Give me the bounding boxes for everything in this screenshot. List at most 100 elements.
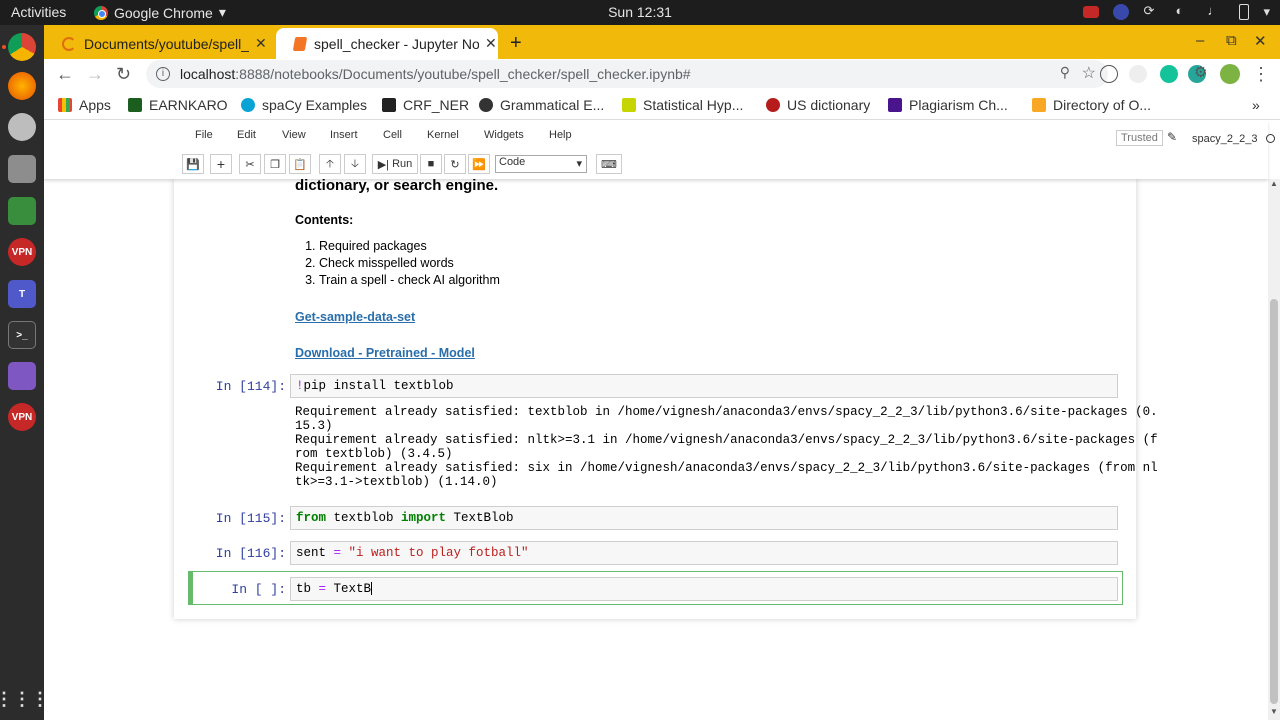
code-input[interactable]: sent = "i want to play fotball" [290, 541, 1118, 565]
dev-tools-extension-icon[interactable] [1129, 65, 1147, 83]
address-bar[interactable]: i localhost:8888/notebooks/Documents/you… [146, 60, 1108, 88]
menu-widgets[interactable]: Widgets [484, 129, 524, 141]
zoom-icon[interactable]: ⚲ [1060, 64, 1070, 81]
back-icon[interactable]: ← [56, 64, 74, 85]
new-tab-button[interactable]: + [510, 32, 522, 55]
close-icon[interactable]: ✕ [485, 35, 497, 52]
interrupt-icon[interactable]: ■ [420, 154, 442, 174]
pretrained-model-link[interactable]: Download - Pretrained - Model [295, 346, 475, 360]
menu-edit[interactable]: Edit [237, 129, 256, 141]
edit-pencil-icon[interactable]: ✎ [1167, 130, 1177, 144]
grammarly-icon[interactable] [1160, 65, 1178, 83]
trusted-badge[interactable]: Trusted [1116, 130, 1163, 146]
bookmark-label: Directory of O... [1053, 97, 1152, 113]
activities-button[interactable]: Activities [11, 4, 66, 20]
bookmark-star-icon[interactable]: ☆ [1082, 63, 1096, 83]
sample-data-link[interactable]: Get-sample-data-set [295, 310, 415, 324]
navigation-bar: ← → ↻ i localhost:8888/notebooks/Documen… [44, 59, 1280, 90]
menu-file[interactable]: File [195, 129, 213, 141]
tab-label: spell_checker - Jupyter Notebook [314, 35, 479, 52]
menu-kernel[interactable]: Kernel [427, 129, 459, 141]
reload-icon[interactable]: ↻ [116, 64, 131, 85]
code-token: "i want to play fotball" [341, 546, 529, 560]
bookmarks-bar: Apps EARNKARO spaCy Examples CRF_NER Gra… [44, 90, 1280, 120]
profile-avatar[interactable] [1220, 64, 1240, 84]
app-menu[interactable]: Google Chrome ▾ [94, 4, 226, 21]
bookmark-us-dictionary[interactable]: US dictionary [766, 97, 870, 113]
more-bookmarks-icon[interactable]: » [1252, 97, 1260, 113]
command-palette-icon[interactable]: ⌨ [596, 154, 622, 174]
menu-cell[interactable]: Cell [383, 129, 402, 141]
paste-icon[interactable]: 📋 [289, 154, 311, 174]
move-up-icon[interactable]: 🡡 [319, 154, 341, 174]
code-input[interactable]: from textblob import TextBlob [290, 506, 1118, 530]
notebook-container: dictionary, or search engine. Contents: … [174, 177, 1158, 619]
bookmark-earnkaro[interactable]: EARNKARO [128, 97, 228, 113]
scroll-down-icon[interactable]: ▼ [1270, 707, 1278, 716]
chevron-down-icon[interactable]: ▾ [1263, 4, 1270, 20]
show-apps-icon[interactable]: ⋮⋮⋮ [0, 685, 49, 713]
scroll-up-icon[interactable]: ▲ [1270, 179, 1278, 188]
bookmark-spacy[interactable]: spaCy Examples [241, 97, 367, 113]
code-token: ! [296, 379, 304, 393]
menu-help[interactable]: Help [549, 129, 572, 141]
scroll-thumb[interactable] [1270, 299, 1278, 704]
battery-icon[interactable] [1239, 4, 1250, 20]
code-token: = [318, 582, 327, 596]
bookmark-apps[interactable]: Apps [58, 97, 111, 113]
code-input[interactable]: !pip install textblob [290, 374, 1118, 398]
copy-icon[interactable]: ❐ [264, 154, 286, 174]
menu-view[interactable]: View [282, 129, 306, 141]
system-tray[interactable]: ⟳ ◐ ♩ ▾ [1083, 3, 1270, 21]
extensions-puzzle-icon[interactable]: ⚙ [1194, 63, 1212, 81]
close-window-icon[interactable]: ✕ [1254, 32, 1267, 50]
cell-prompt: In [116]: [215, 546, 286, 561]
chrome-icon[interactable] [8, 33, 36, 61]
zoom-icon[interactable]: ⟳ [1143, 3, 1161, 21]
forward-icon[interactable]: → [86, 64, 104, 85]
volume-icon[interactable]: ♩ [1207, 3, 1225, 21]
tab-documents[interactable]: Documents/youtube/spell_checker/ ✕ [44, 28, 274, 59]
tab-spell-checker[interactable]: spell_checker - Jupyter Notebook ✕ [276, 28, 498, 59]
code-input-active[interactable]: tb = TextB [290, 577, 1118, 601]
page-scrollbar[interactable]: ▲ ▼ [1268, 179, 1280, 720]
move-down-icon[interactable]: 🡣 [344, 154, 366, 174]
tab-label: Documents/youtube/spell_checker/ [84, 35, 249, 52]
restart-run-all-icon[interactable]: ⏩ [468, 154, 490, 174]
wifi-icon[interactable]: ◐ [1175, 3, 1193, 21]
firefox-icon[interactable] [8, 72, 36, 100]
bookmark-label: Statistical Hyp... [643, 97, 744, 113]
cell-type-select[interactable]: Code ▾ [495, 155, 587, 173]
camera-icon[interactable] [1083, 6, 1100, 18]
bookmark-crf-ner[interactable]: CRF_NER [382, 97, 469, 113]
webcam-icon[interactable] [8, 113, 36, 141]
teams-icon[interactable]: T [8, 280, 36, 308]
teams-tray-icon[interactable] [1113, 4, 1130, 20]
screenshot-icon[interactable] [8, 362, 36, 390]
bookmark-directory[interactable]: Directory of O... [1032, 97, 1151, 113]
terminal-icon[interactable]: >_ [8, 321, 36, 349]
code-token: import [401, 511, 447, 525]
files-icon[interactable] [8, 155, 36, 183]
ssl-vpn-icon[interactable]: VPN [8, 238, 36, 266]
url-path: :8888/notebooks/Documents/youtube/spell_… [235, 66, 691, 82]
bookmark-grammatical[interactable]: Grammatical E... [479, 97, 604, 113]
info-icon[interactable]: i [156, 67, 170, 81]
restart-icon[interactable]: ↻ [444, 154, 466, 174]
extension-icon-1[interactable] [1100, 65, 1118, 83]
ssl-vpn-icon-2[interactable]: VPN [8, 403, 36, 431]
bookmark-statistical[interactable]: Statistical Hyp... [622, 97, 743, 113]
save-icon[interactable]: 💾 [182, 154, 204, 174]
kernel-name[interactable]: spacy_2_2_3 [1192, 133, 1257, 145]
run-button[interactable]: ▶| Run [372, 154, 418, 174]
maximize-icon[interactable]: ⧉ [1226, 32, 1237, 49]
list-item: Required packages [319, 238, 500, 255]
cut-icon[interactable]: ✂ [239, 154, 261, 174]
terminal-green-icon[interactable] [8, 197, 36, 225]
close-icon[interactable]: ✕ [255, 35, 267, 52]
more-menu-icon[interactable]: ⋮ [1252, 64, 1270, 85]
menu-insert[interactable]: Insert [330, 129, 358, 141]
bookmark-plagiarism[interactable]: Plagiarism Ch... [888, 97, 1008, 113]
insert-cell-icon[interactable]: + [210, 154, 232, 174]
minimize-icon[interactable]: – [1196, 32, 1204, 49]
